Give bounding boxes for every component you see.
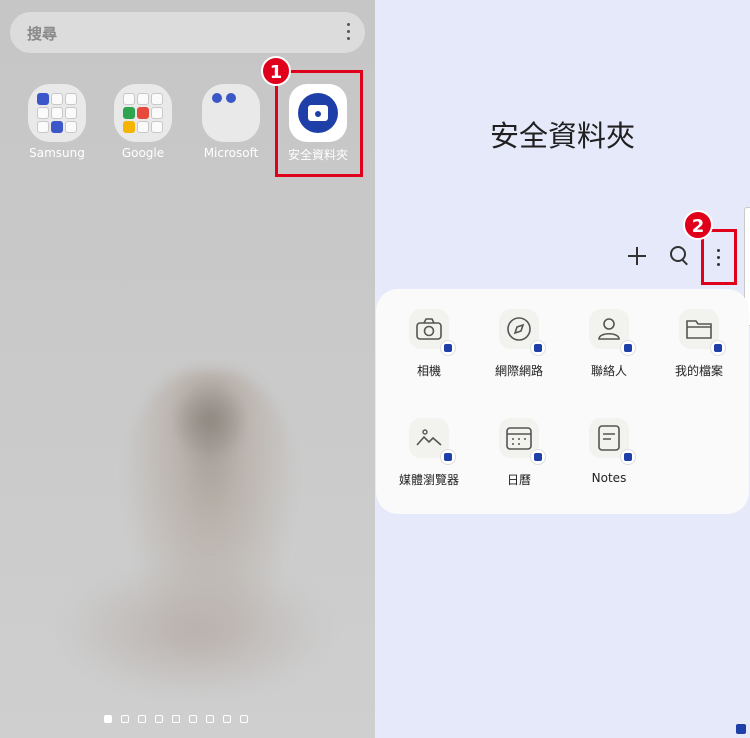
lock-icon bbox=[710, 340, 726, 356]
search-input[interactable]: 搜尋 bbox=[27, 23, 57, 44]
app-label: 聯絡人 bbox=[590, 364, 627, 378]
camera-icon bbox=[409, 309, 456, 356]
lock-icon bbox=[620, 449, 636, 465]
page-dot[interactable] bbox=[172, 715, 180, 723]
step-badge-1: 1 bbox=[261, 56, 291, 86]
page-dot[interactable] bbox=[189, 715, 197, 723]
home-screen: 搜尋 Samsung Google Microsoft 安全資料夾 1 bbox=[0, 0, 375, 738]
app-label: 我的檔案 bbox=[674, 364, 723, 378]
app-label: 網際網路 bbox=[494, 364, 543, 378]
app-label: Microsoft bbox=[203, 146, 259, 160]
app-notes[interactable]: Notes bbox=[564, 418, 654, 485]
app-label: Google bbox=[121, 146, 165, 160]
step-badge-2: 2 bbox=[683, 210, 713, 240]
search-bar[interactable]: 搜尋 bbox=[10, 12, 365, 53]
add-icon[interactable] bbox=[625, 244, 649, 268]
calendar-icon bbox=[499, 418, 546, 465]
page-dot[interactable] bbox=[240, 715, 248, 723]
lock-icon bbox=[530, 340, 546, 356]
app-label: Samsung bbox=[29, 146, 85, 160]
app-folder-samsung[interactable]: Samsung bbox=[22, 84, 92, 160]
app-camera[interactable]: 相機 bbox=[384, 309, 474, 379]
page-title: 安全資料夾 bbox=[489, 119, 635, 153]
app-label: 相機 bbox=[416, 364, 441, 378]
person-icon bbox=[589, 309, 636, 356]
app-calendar[interactable]: 日曆 bbox=[474, 418, 564, 488]
app-folder-microsoft[interactable]: Microsoft bbox=[196, 84, 266, 160]
page-dot[interactable] bbox=[206, 715, 214, 723]
page-dot[interactable] bbox=[223, 715, 231, 723]
compass-icon bbox=[499, 309, 546, 356]
app-label: 媒體瀏覽器 bbox=[398, 473, 459, 487]
highlight-box-step1 bbox=[275, 70, 363, 177]
lock-icon bbox=[530, 449, 546, 465]
page-indicator[interactable] bbox=[104, 715, 248, 723]
more-options-icon[interactable] bbox=[345, 23, 351, 43]
lock-icon bbox=[620, 340, 636, 356]
wallpaper-blur-head bbox=[170, 380, 250, 460]
folder-icon bbox=[679, 309, 726, 356]
note-icon bbox=[589, 418, 636, 465]
page-dot[interactable] bbox=[104, 715, 112, 723]
apps-card: 相機 網際網路 聯絡人 我的檔案 媒體瀏覽器 日曆 Notes bbox=[376, 289, 749, 514]
page-dot[interactable] bbox=[138, 715, 146, 723]
app-internet[interactable]: 網際網路 bbox=[474, 309, 564, 379]
page-dot[interactable] bbox=[121, 715, 129, 723]
app-my-files[interactable]: 我的檔案 bbox=[654, 309, 744, 379]
gallery-icon bbox=[409, 418, 456, 465]
app-folder-google[interactable]: Google bbox=[108, 84, 178, 160]
corner-badge bbox=[736, 724, 746, 734]
app-label: 日曆 bbox=[506, 473, 531, 487]
app-contacts[interactable]: 聯絡人 bbox=[564, 309, 654, 379]
samsung-folder-icon bbox=[28, 84, 86, 142]
page-dot[interactable] bbox=[155, 715, 163, 723]
app-label: Notes bbox=[591, 471, 627, 485]
lock-icon bbox=[440, 340, 456, 356]
microsoft-folder-icon bbox=[202, 84, 260, 142]
search-icon[interactable] bbox=[668, 244, 692, 268]
lock-icon bbox=[440, 449, 456, 465]
google-folder-icon bbox=[114, 84, 172, 142]
secure-folder-screen: 安全資料夾 2 相機 網際網路 聯絡人 我的檔案 媒體瀏覽器 日曆 Notes bbox=[375, 0, 750, 738]
app-gallery[interactable]: 媒體瀏覽器 bbox=[384, 418, 474, 488]
